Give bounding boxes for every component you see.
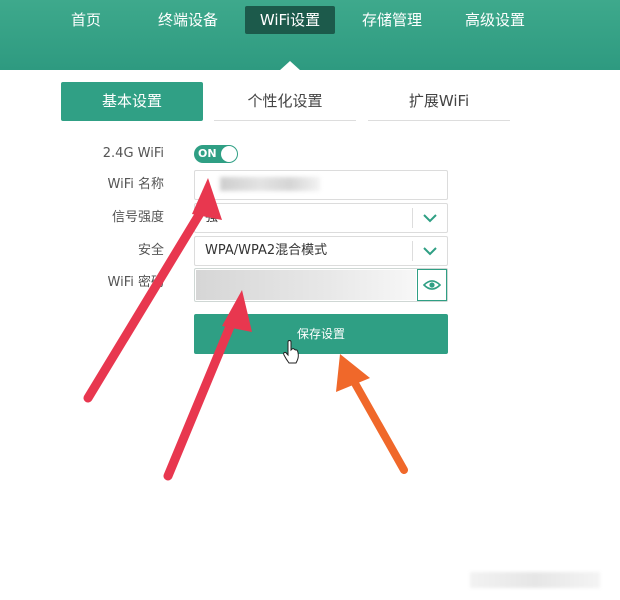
watermark <box>470 572 600 588</box>
red-arrow-wifi-name <box>83 195 213 403</box>
red-arrowhead-password <box>222 290 252 332</box>
router-settings-page: 首页 终端设备 WiFi设置 存储管理 高级设置 基本设置 个性化设置 扩展Wi… <box>0 0 620 600</box>
red-arrow-password <box>163 307 241 481</box>
annotation-arrows <box>83 178 408 481</box>
orange-arrow-save <box>348 374 408 474</box>
red-arrowhead-wifi-name <box>192 178 222 220</box>
